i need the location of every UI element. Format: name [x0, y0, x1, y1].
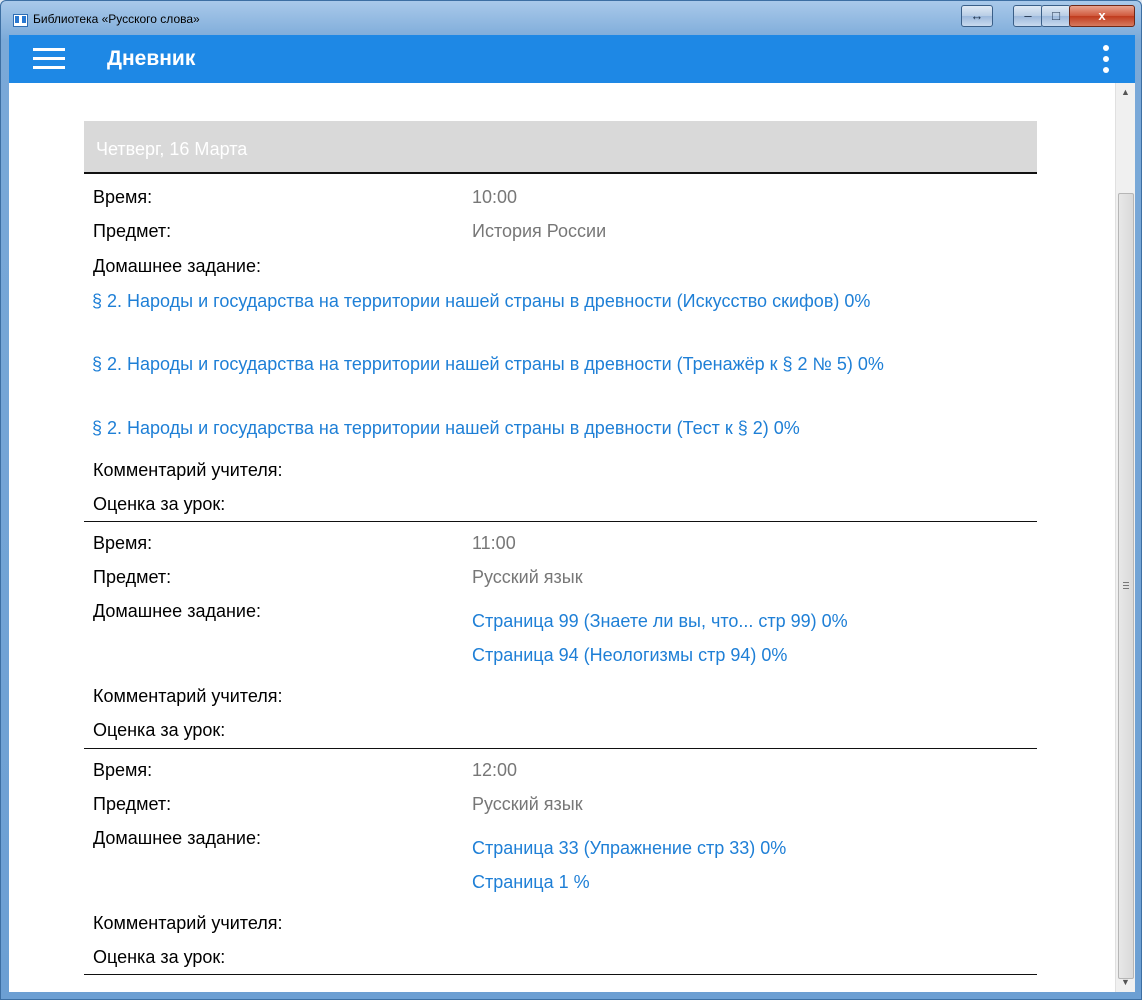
- more-options-icon[interactable]: [1103, 45, 1109, 73]
- homework-link[interactable]: Страница 1 %: [472, 871, 590, 893]
- book-app-icon: [13, 14, 28, 27]
- scrollbar-thumb[interactable]: [1118, 193, 1134, 979]
- lesson-divider: [84, 521, 1037, 522]
- title-bar[interactable]: Библиотека «Русского слова» ↔ – □ x: [1, 1, 1141, 35]
- hamburger-menu-icon[interactable]: [33, 48, 65, 70]
- close-button[interactable]: x: [1069, 5, 1135, 27]
- subject-label: Предмет:: [93, 221, 172, 241]
- time-label: Время:: [93, 760, 153, 780]
- minimize-button[interactable]: –: [1013, 5, 1043, 27]
- time-label: Время:: [93, 533, 153, 553]
- homework-link[interactable]: Страница 94 (Неологизмы стр 94) 0%: [472, 644, 787, 666]
- homework-label: Домашнее задание:: [93, 256, 261, 276]
- lesson-divider: [84, 748, 1037, 749]
- subject-value: Русский язык: [472, 794, 583, 814]
- diary-content[interactable]: Четверг, 16 Марта Время: 10:00 Предмет: …: [9, 83, 1135, 992]
- homework-link[interactable]: Страница 33 (Упражнение стр 33) 0%: [472, 837, 786, 859]
- time-value: 10:00: [472, 187, 518, 207]
- homework-link[interactable]: § 2. Народы и государства на территории …: [92, 417, 1052, 439]
- time-value: 11:00: [472, 533, 516, 553]
- subject-value: Русский язык: [472, 567, 583, 587]
- resize-button[interactable]: ↔: [961, 5, 993, 27]
- teacher-comment-label: Комментарий учителя:: [93, 460, 283, 480]
- lesson-divider: [84, 974, 1037, 975]
- homework-label: Домашнее задание:: [93, 828, 261, 848]
- homework-link[interactable]: Страница 99 (Знаете ли вы, что... стр 99…: [472, 610, 848, 632]
- vertical-scrollbar[interactable]: ▲ ▼: [1115, 83, 1135, 992]
- scroll-up-arrow-icon[interactable]: ▲: [1116, 83, 1135, 102]
- lesson-grade-label: Оценка за урок:: [93, 494, 226, 514]
- app-bar: Дневник: [9, 35, 1135, 83]
- scroll-grip-icon: [1123, 582, 1129, 590]
- homework-label: Домашнее задание:: [93, 601, 261, 621]
- teacher-comment-label: Комментарий учителя:: [93, 686, 283, 706]
- teacher-comment-label: Комментарий учителя:: [93, 913, 283, 933]
- lesson-grade-label: Оценка за урок:: [93, 947, 226, 967]
- date-header-text: Четверг, 16 Марта: [96, 139, 248, 159]
- time-value: 12:00: [472, 760, 518, 780]
- app-window: Библиотека «Русского слова» ↔ – □ x Днев…: [0, 0, 1142, 1000]
- homework-link[interactable]: § 2. Народы и государства на территории …: [92, 290, 1012, 312]
- lesson-grade-label: Оценка за урок:: [93, 720, 226, 740]
- window-title: Библиотека «Русского слова»: [33, 12, 200, 26]
- scroll-down-arrow-icon[interactable]: ▼: [1116, 973, 1135, 992]
- homework-link[interactable]: § 2. Народы и государства на территории …: [92, 353, 1042, 375]
- time-label: Время:: [93, 187, 153, 207]
- subject-label: Предмет:: [93, 794, 172, 814]
- subject-label: Предмет:: [93, 567, 172, 587]
- maximize-button[interactable]: □: [1041, 5, 1071, 27]
- date-header: Четверг, 16 Марта: [84, 121, 1037, 174]
- page-title: Дневник: [107, 47, 196, 70]
- subject-value: История России: [472, 221, 607, 241]
